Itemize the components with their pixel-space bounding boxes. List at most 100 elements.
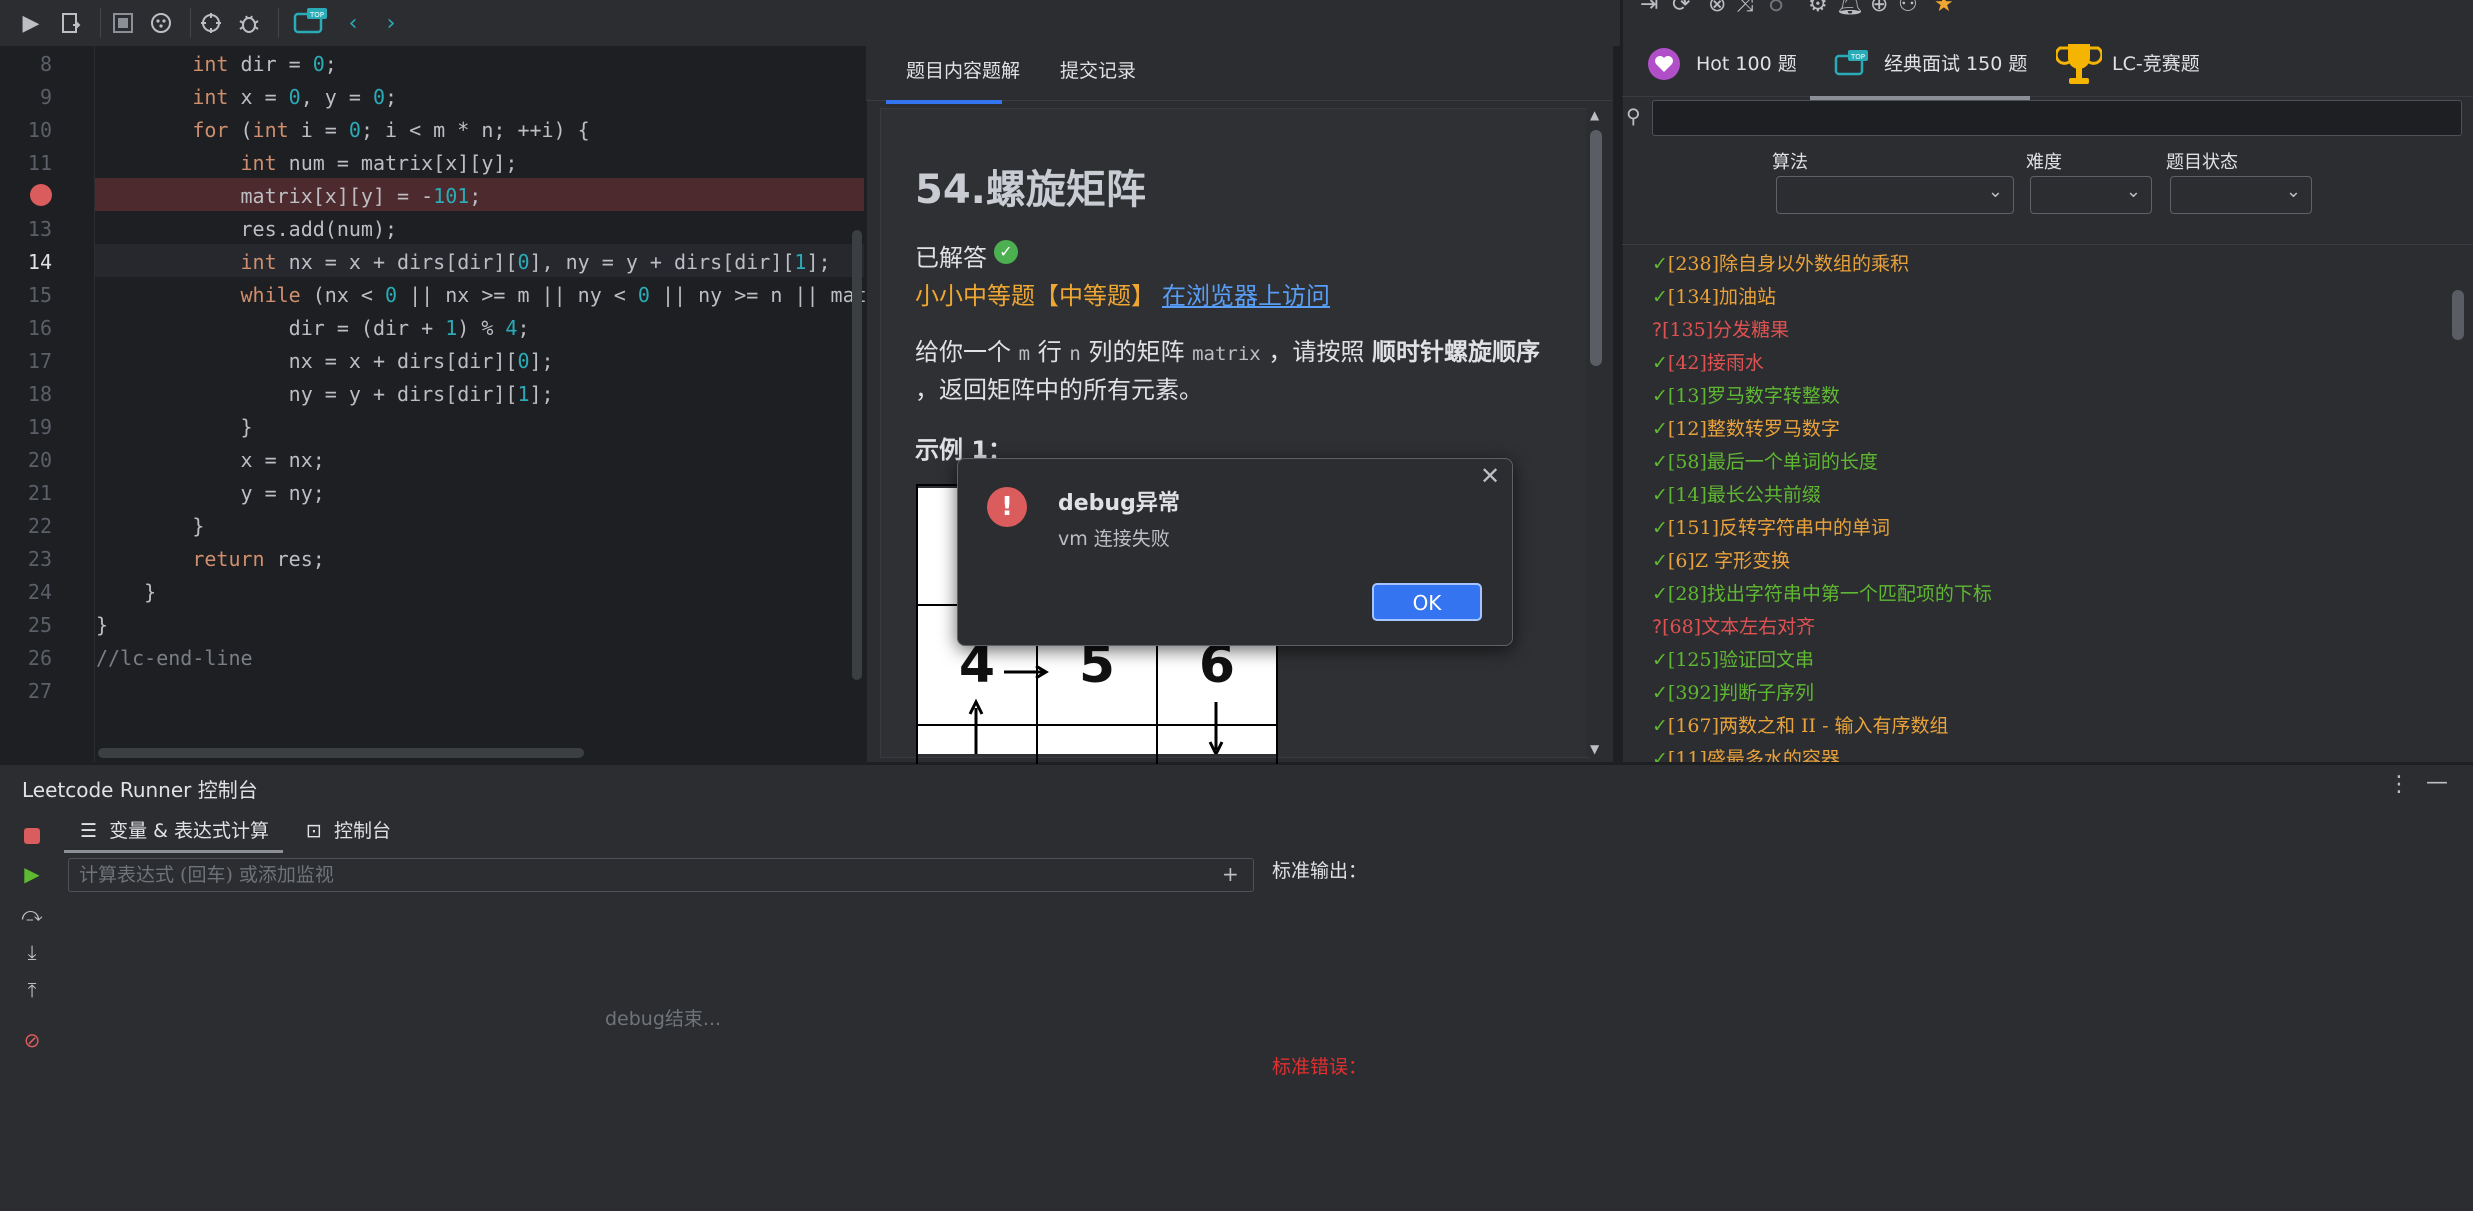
question-title: [238]除自身以外数组的乘积 (1667, 253, 1910, 275)
question-item[interactable]: ✓[11]盛最多水的容器 (1652, 743, 2442, 762)
question-title: [151]反转字符串中的单词 (1667, 517, 1891, 539)
question-item[interactable]: ✓[6]Z 字形变换 (1652, 545, 2442, 578)
check-icon: ✓ (1652, 418, 1668, 440)
bug-icon[interactable] (232, 6, 266, 40)
tab-hot-100[interactable]: Hot 100 题 (1646, 36, 1816, 96)
back-icon[interactable]: ‹ (336, 6, 370, 40)
top-icon[interactable]: TOP (290, 6, 330, 40)
question-title: [42]接雨水 (1667, 352, 1764, 374)
problem-tabs: 题目内容 题解 提交记录 (866, 46, 1612, 104)
line-number: 17 (27, 349, 52, 373)
terminal-icon: ⊡ (306, 820, 322, 842)
tab-submissions[interactable]: 提交记录 (1040, 46, 1156, 100)
question-item[interactable]: ?[68]文本左右对齐 (1652, 611, 2442, 644)
status-select[interactable]: ⌄ (2170, 176, 2312, 214)
chevron-down-icon: ⌄ (2285, 181, 2301, 202)
line-number: 22 (27, 514, 52, 538)
line-number: 10 (27, 118, 52, 142)
step-into-icon[interactable]: ⤓ (18, 938, 46, 966)
question-item[interactable]: ✓[14]最长公共前缀 (1652, 479, 2442, 512)
difficulty-select[interactable]: ⌄ (2030, 176, 2152, 214)
submit-icon[interactable] (54, 6, 88, 40)
question-item[interactable]: ✓[392]判断子序列 (1652, 677, 2442, 710)
question-item[interactable]: ✓[238]除自身以外数组的乘积 (1652, 248, 2442, 281)
dialog-message: vm 连接失败 (1058, 528, 1170, 550)
main-toolbar: ▶ TOP ‹ › (0, 0, 1620, 47)
check-icon: ✓ (1652, 649, 1668, 671)
breakpoint-icon[interactable] (30, 184, 52, 206)
run-icon[interactable]: ▶ (14, 6, 48, 40)
line-number: 14 (27, 250, 52, 274)
check-icon: ✓ (1652, 385, 1668, 407)
debug-end-text: debug结束... (605, 1008, 722, 1030)
question-item[interactable]: ✓[125]验证回文串 (1652, 644, 2442, 677)
question-item[interactable]: ?[135]分发糖果 (1652, 314, 2442, 347)
question-title: [125]验证回文串 (1667, 649, 1815, 671)
tab-solution[interactable]: 题解 (962, 46, 1040, 100)
question-item[interactable]: ✓[13]罗马数字转整数 (1652, 380, 2442, 413)
minimize-icon[interactable]: — (2426, 770, 2448, 795)
filter-label-status: 题目状态 (2166, 152, 2238, 173)
add-watch-icon[interactable]: + (1222, 862, 1239, 886)
star-icon[interactable]: ★ (1934, 0, 1954, 17)
stop-debug-button[interactable] (18, 820, 46, 848)
question-title: [11]盛最多水的容器 (1667, 748, 1840, 762)
question-list[interactable]: ✓[238]除自身以外数组的乘积 ✓[134]加油站 ?[135]分发糖果 ✓[42]… (1652, 248, 2442, 762)
resume-button[interactable]: ▶ (18, 860, 46, 888)
step-over-icon[interactable]: ⤼ (18, 900, 46, 928)
gear-icon[interactable]: ⚙ (1808, 0, 1828, 17)
problem-description: 给你一个 m 行 n 列的矩阵 matrix ，请按照 顺时针螺旋顺序 ，返回矩… (915, 338, 1540, 404)
open-in-browser-link[interactable]: 在浏览器上访问 (1162, 276, 1330, 311)
refresh-icon[interactable]: ⟳ (1672, 0, 1690, 17)
line-number: 18 (27, 382, 52, 406)
question-item[interactable]: ✓[42]接雨水 (1652, 347, 2442, 380)
tab-variables[interactable]: ☰ 变量 & 表达式计算 (64, 812, 284, 853)
chevron-down-icon: ⌄ (2125, 181, 2141, 202)
question-item[interactable]: ✓[58]最后一个单词的长度 (1652, 446, 2442, 479)
login-icon[interactable]: ⇥ (1640, 0, 1658, 17)
check-icon: ✓ (994, 240, 1018, 264)
question-search-input[interactable] (1652, 100, 2462, 136)
step-out-icon[interactable]: ⤒ (18, 976, 46, 1004)
shuffle-icon[interactable]: ⤨ (1736, 0, 1754, 17)
search-icon: ⚲ (1626, 104, 1641, 128)
tab-lc-contest[interactable]: LC-竞赛题 (2056, 36, 2236, 96)
algorithm-select[interactable]: ⌄ (1776, 176, 2014, 214)
svg-text:TOP: TOP (1850, 53, 1865, 61)
editor-vertical-scrollbar[interactable] (852, 230, 862, 680)
question-item[interactable]: ✓[12]整数转罗马数字 (1652, 413, 2442, 446)
close-icon[interactable]: ✕ (1480, 462, 1500, 490)
debug-settings-icon[interactable] (144, 6, 178, 40)
problem-scrollbar-thumb[interactable] (1590, 130, 1602, 366)
question-item[interactable]: ✓[28]找出字符串中第一个匹配项的下标 (1652, 578, 2442, 611)
question-title: [68]文本左右对齐 (1662, 616, 1816, 638)
question-item[interactable]: ✓[134]加油站 (1652, 281, 2442, 314)
check-icon: ✓ (1652, 484, 1668, 506)
line-number: 24 (27, 580, 52, 604)
mute-breakpoints-icon[interactable]: ⊘ (18, 1026, 46, 1054)
question-list-scrollbar[interactable] (2452, 290, 2464, 340)
target-icon[interactable]: ⊕ (1870, 0, 1888, 17)
editor-horizontal-scrollbar[interactable] (98, 748, 584, 758)
check-icon: ✓ (1652, 253, 1668, 275)
close-circle-icon[interactable]: ⊗ (1708, 0, 1726, 17)
stop-icon[interactable] (106, 6, 140, 40)
target-icon[interactable] (194, 6, 228, 40)
network-icon[interactable]: ⚇ (1898, 0, 1918, 17)
question-item[interactable]: ✓[151]反转字符串中的单词 (1652, 512, 2442, 545)
bell-icon[interactable]: 🔔︎ (1836, 0, 1864, 17)
stderr-label: 标准错误： (1272, 1056, 1368, 1078)
forward-icon[interactable]: › (374, 6, 408, 40)
line-number: 19 (27, 415, 52, 439)
top-icon: TOP (1834, 50, 1868, 76)
more-options-icon[interactable]: ⋮ (2388, 772, 2410, 797)
check-icon: ✓ (1652, 286, 1668, 308)
tab-console[interactable]: ⊡ 控制台 (306, 812, 391, 850)
problem-title: 54.螺旋矩阵 (915, 167, 1146, 213)
status-icon[interactable]: ♁ (1768, 0, 1784, 17)
question-item[interactable]: ✓[167]两数之和 II - 输入有序数组 (1652, 710, 2442, 743)
ok-button[interactable]: OK (1372, 583, 1482, 621)
check-icon: ✓ (1652, 352, 1668, 374)
expression-input[interactable]: 计算表达式 (回车) 或添加监视 (68, 858, 1254, 892)
tab-top-interview-150[interactable]: TOP 经典面试 150 题 (1810, 36, 2030, 100)
